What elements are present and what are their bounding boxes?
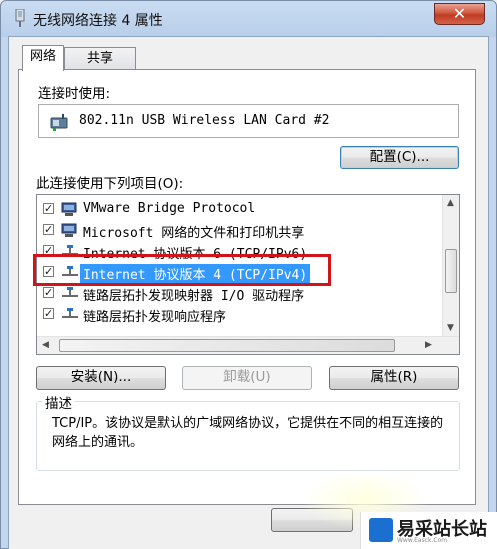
vertical-scroll-thumb[interactable] [445,249,457,293]
checkbox[interactable]: ✓ [43,287,54,298]
description-title: 描述 [42,392,75,412]
configure-button-label: 配置(C)... [369,149,430,165]
list-item[interactable]: ✓ 链路层拓扑发现响应程序 [37,303,441,325]
vertical-scrollbar[interactable]: ▲ ▼ [442,195,459,336]
checkbox[interactable]: ✓ [43,308,54,319]
tab-network-label: 网络 [29,49,56,64]
properties-button[interactable]: 属性(R) [329,366,459,390]
scroll-down-icon[interactable]: ▼ [447,323,454,333]
connect-using-label: 连接时使用: [38,86,111,102]
items-label: 此连接使用下列项目(O): [36,176,184,192]
list-item-label: VMware Bridge Protocol [83,201,256,216]
checkbox[interactable]: ✓ [43,203,54,214]
protocol-icon [62,287,78,297]
title-bar[interactable]: 无线网络连接 4 属性 ✕ [1,1,497,37]
description-text: TCP/IP。该协议是默认的广域网络协议，它提供在不同的相互连接的网络上的通讯。 [52,416,444,450]
adapter-name: 802.11n USB Wireless LAN Card #2 [79,113,330,128]
scroll-right-icon[interactable]: ▶ [425,340,432,350]
list-item[interactable]: ✓ Microsoft 网络的文件和打印机共享 [37,219,441,241]
tab-network[interactable]: 网络 [22,45,64,71]
watermark-subtext: Www.Easck.Com [397,537,448,544]
list-item[interactable]: ✓ VMware Bridge Protocol [37,198,441,220]
properties-button-label: 属性(R) [370,369,418,385]
list-item-label: 链路层拓扑发现响应程序 [83,310,227,325]
network-adapter-icon [61,202,77,216]
horizontal-scrollbar[interactable]: ◀ ▶ [37,336,459,354]
adapter-field: 802.11n USB Wireless LAN Card #2 [38,104,459,138]
install-button[interactable]: 安装(N)... [36,366,166,390]
scroll-left-icon[interactable]: ◀ [42,340,49,350]
tab-sharing-label: 共享 [86,51,113,66]
highlight-box [33,254,331,286]
uninstall-button-label: 卸载(U) [223,369,271,385]
close-icon: ✕ [452,4,467,23]
protocol-icon [62,308,78,318]
tab-sharing[interactable]: 共享 [64,47,136,71]
install-button-label: 安装(N)... [70,369,132,385]
site-logo-icon [369,518,393,542]
configure-button[interactable]: 配置(C)... [340,146,459,169]
close-button[interactable]: ✕ [434,3,485,25]
wireless-card-icon [50,114,68,131]
list-item-label: 链路层拓扑发现映射器 I/O 驱动程序 [83,289,305,304]
horizontal-scroll-thumb[interactable] [59,339,395,352]
uninstall-button[interactable]: 卸载(U) [182,366,312,390]
checkbox[interactable]: ✓ [43,224,54,235]
scroll-up-icon[interactable]: ▲ [447,198,454,208]
network-adapter-icon [15,9,25,27]
window-title: 无线网络连接 4 属性 [33,13,163,29]
watermark: 易采站长站 Www.Easck.Com [360,512,497,549]
list-item-label: Microsoft 网络的文件和打印机共享 [83,226,305,241]
network-adapter-icon [61,223,77,237]
